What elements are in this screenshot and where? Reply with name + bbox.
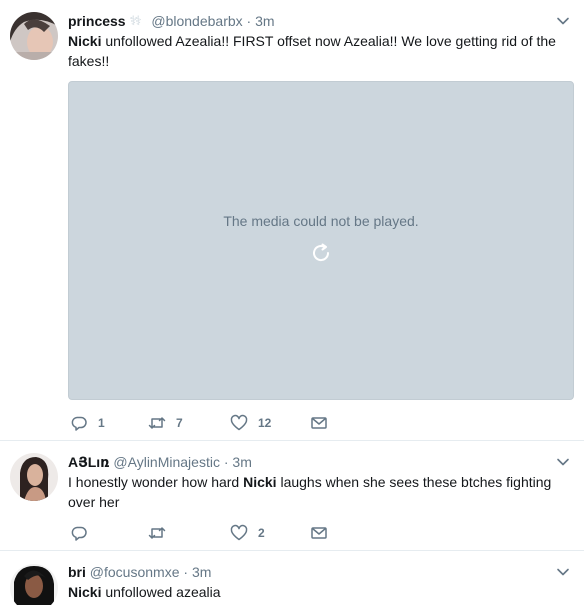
- direct-message-button[interactable]: [310, 413, 328, 433]
- tweet[interactable]: bri @focusonmxe · 3m Nicki unfollowed az…: [0, 551, 584, 605]
- like-button[interactable]: 2: [230, 523, 265, 543]
- heart-icon: [230, 524, 248, 541]
- tweet-header: AՅLıռ @AylinMinajestic · 3m: [68, 453, 548, 471]
- avatar[interactable]: [10, 564, 58, 605]
- user-handle[interactable]: @blondebarbx: [151, 13, 242, 29]
- tweet-text: Nicki unfollowed azealia: [68, 582, 574, 602]
- avatar[interactable]: [10, 453, 58, 501]
- tweet-text: Nicki unfollowed Azealia!! FIRST offset …: [68, 31, 574, 71]
- timestamp[interactable]: 3m: [255, 13, 274, 29]
- retweet-icon: [148, 527, 166, 539]
- tweet-header: princess ⚕⚕ @blondebarbx · 3m: [68, 12, 548, 30]
- retweet-button[interactable]: [148, 523, 176, 543]
- direct-message-button[interactable]: [310, 523, 328, 543]
- display-name[interactable]: AՅLıռ: [68, 454, 110, 470]
- retweet-count: 7: [176, 416, 183, 430]
- mention-nicki[interactable]: Nicki: [68, 584, 101, 600]
- user-handle[interactable]: @focusonmxe: [90, 564, 180, 580]
- tweet-text: I honestly wonder how hard Nicki laughs …: [68, 472, 574, 512]
- tweet-text-before: I honestly wonder how hard: [68, 474, 244, 490]
- reply-icon: [71, 526, 87, 541]
- chevron-down-icon[interactable]: [556, 455, 570, 469]
- media-error-message: The media could not be played.: [223, 213, 419, 229]
- heart-icon: [230, 414, 248, 431]
- reply-button[interactable]: [70, 523, 98, 543]
- media-player[interactable]: The media could not be played.: [68, 81, 574, 400]
- display-name[interactable]: bri: [68, 564, 86, 580]
- user-handle[interactable]: @AylinMinajestic: [113, 454, 220, 470]
- separator-dot: ·: [246, 13, 252, 29]
- like-count: 2: [258, 526, 265, 540]
- mention-nicki[interactable]: Nicki: [243, 474, 276, 490]
- reload-icon[interactable]: [310, 242, 332, 264]
- reply-button[interactable]: 1: [70, 413, 105, 433]
- display-name[interactable]: princess: [68, 13, 126, 29]
- tweet[interactable]: AՅLıռ @AylinMinajestic · 3m I honestly w…: [0, 441, 584, 551]
- like-button[interactable]: 12: [230, 413, 271, 433]
- name-emoji: ⚕⚕: [129, 13, 141, 28]
- reply-count: 1: [98, 416, 105, 430]
- separator-dot: ·: [183, 564, 189, 580]
- timestamp[interactable]: 3m: [192, 564, 211, 580]
- tweet-header: bri @focusonmxe · 3m: [68, 563, 548, 581]
- retweet-icon: [148, 417, 166, 429]
- tweet[interactable]: princess ⚕⚕ @blondebarbx · 3m Nicki unfo…: [0, 0, 584, 441]
- envelope-icon: [311, 417, 327, 429]
- tweet-text-body: unfollowed azealia: [101, 584, 221, 600]
- retweet-button[interactable]: 7: [148, 413, 183, 433]
- separator-dot: ·: [223, 454, 229, 470]
- mention-nicki[interactable]: Nicki: [68, 33, 101, 49]
- reply-icon: [71, 416, 87, 431]
- chevron-down-icon[interactable]: [556, 14, 570, 28]
- chevron-down-icon[interactable]: [556, 565, 570, 579]
- like-count: 12: [258, 416, 272, 430]
- envelope-icon: [311, 527, 327, 539]
- tweet-text-body: unfollowed Azealia!! FIRST offset now Az…: [68, 33, 556, 69]
- timestamp[interactable]: 3m: [232, 454, 251, 470]
- avatar[interactable]: [10, 12, 58, 60]
